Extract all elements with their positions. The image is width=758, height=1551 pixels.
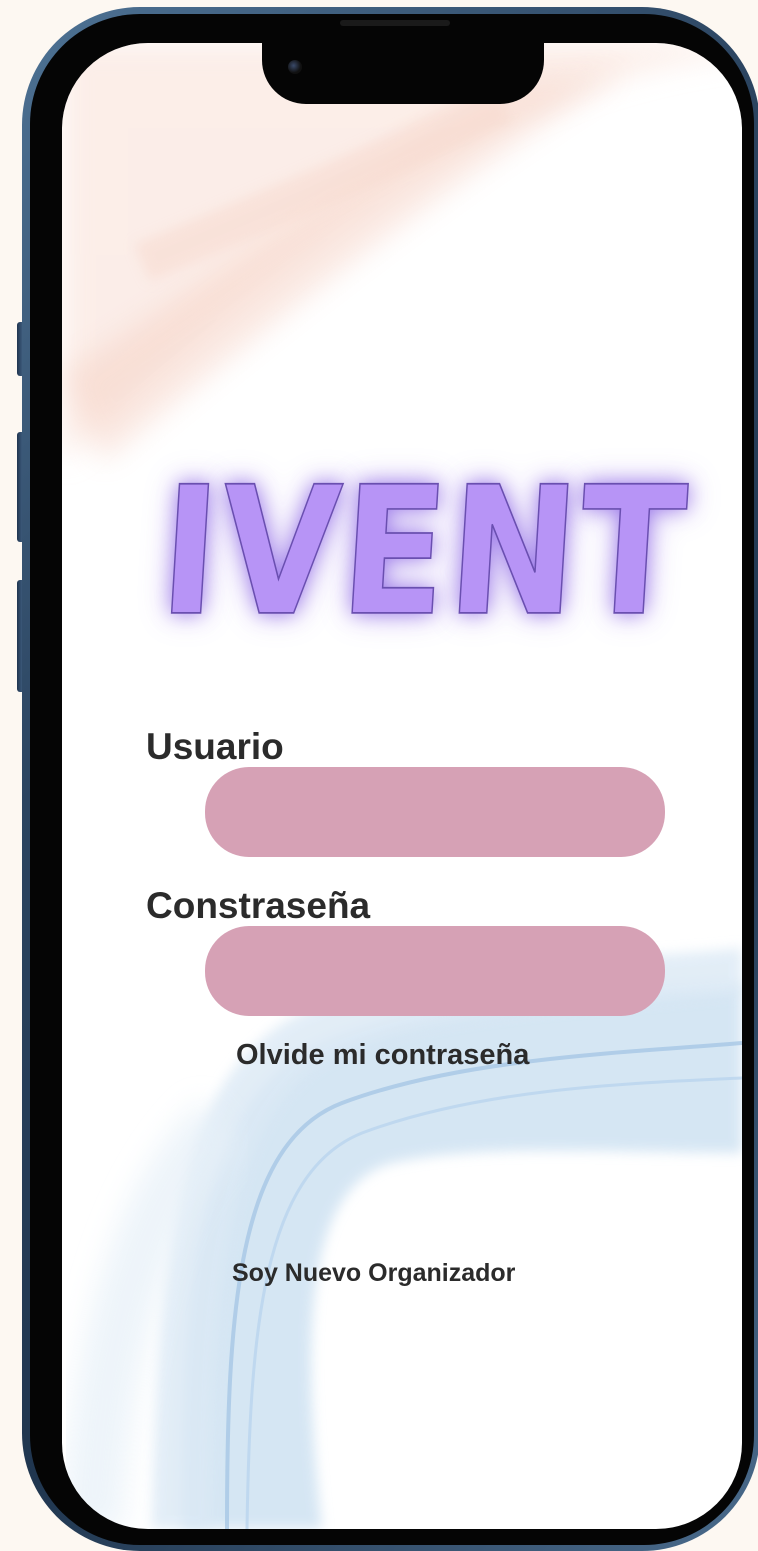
app-logo: IVENT [154,449,694,656]
username-input[interactable] [205,767,665,857]
speaker-grille [340,20,450,26]
notch [262,20,544,104]
password-input[interactable] [205,926,665,1016]
password-label: Constraseña [146,885,371,926]
username-label: Usuario [146,726,284,767]
app-screen: IVENT Usuario Constraseña Olvide mi cont… [62,43,742,1529]
front-camera [288,60,302,74]
page: IVENT Usuario Constraseña Olvide mi cont… [0,0,758,1551]
new-organizer-link[interactable]: Soy Nuevo Organizador [232,1259,515,1288]
forgot-password-link[interactable]: Olvide mi contraseña [236,1039,529,1072]
